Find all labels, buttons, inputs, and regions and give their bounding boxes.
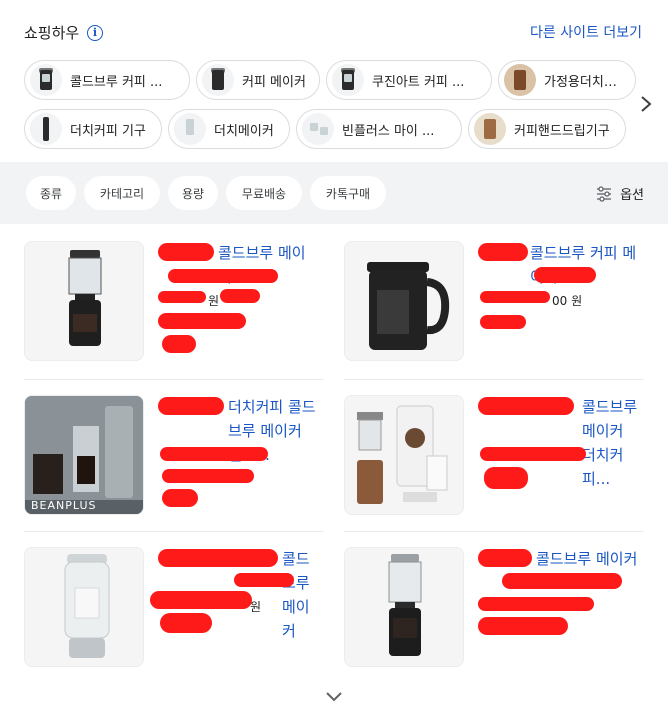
product-image[interactable]: BEANPLUS xyxy=(24,395,144,515)
product-card-3[interactable]: 콜드브루메이커 더치커피... xyxy=(344,395,644,515)
product-image[interactable] xyxy=(24,241,144,361)
chip-label: 커피핸드드립기구 xyxy=(514,123,610,139)
product-image[interactable] xyxy=(24,547,144,667)
chip-label: 쿠진아트 커피 ... xyxy=(372,74,465,90)
redaction-mark xyxy=(160,613,212,633)
chip-7[interactable]: 커피핸드드립기구 xyxy=(468,109,626,149)
product-price: 원 xyxy=(250,600,262,614)
more-sites-link[interactable]: 다른 사이트 더보기 xyxy=(530,22,642,42)
shopping-header: 쇼핑하우 i 다른 사이트 더보기 xyxy=(0,0,668,62)
chip-label: 빈플러스 마이 ... xyxy=(342,123,435,139)
chip-0[interactable]: 콜드브루 커피 ... xyxy=(24,60,190,100)
filter-chip-category[interactable]: 카테고리 xyxy=(84,176,160,210)
redaction-mark xyxy=(480,291,550,303)
sliders-icon xyxy=(597,185,612,202)
redaction-mark xyxy=(220,289,260,303)
product-thumbnail xyxy=(474,113,506,145)
redaction-mark xyxy=(162,489,198,507)
product-thumbnail xyxy=(30,64,62,96)
row-divider xyxy=(24,379,324,380)
section-title: 쇼핑하우 xyxy=(24,24,80,42)
filter-chip-free-shipping[interactable]: 무료배송 xyxy=(226,176,302,210)
redaction-mark xyxy=(168,269,278,283)
product-card-0[interactable]: 콜드브루 메이커 원 xyxy=(24,241,324,361)
chip-label: 더치커피 기구 xyxy=(70,123,146,139)
chip-label: 더치메이커 xyxy=(214,123,274,139)
redaction-mark xyxy=(162,469,254,483)
product-card-4[interactable]: 콜드브루메이커 원 xyxy=(24,547,324,667)
filter-bar: 종류 카테고리 용량 무료배송 카톡구매 옵션 xyxy=(0,162,668,224)
product-thumbnail xyxy=(202,64,234,96)
redaction-mark xyxy=(234,573,294,587)
product-card-5[interactable]: 콜드브루 메이커 xyxy=(344,547,644,667)
filter-chip-kakao-purchase[interactable]: 카톡구매 xyxy=(310,176,386,210)
product-card-2[interactable]: BEANPLUS 더치커피 콜드브루 메이커 핸드... xyxy=(24,395,324,515)
chip-label: 콜드브루 커피 ... xyxy=(70,74,163,90)
row-divider xyxy=(344,531,644,532)
product-price: 원 xyxy=(208,294,220,308)
redaction-mark xyxy=(150,591,252,609)
options-button[interactable]: 옵션 xyxy=(596,184,644,203)
product-thumbnail xyxy=(302,113,334,145)
product-image[interactable] xyxy=(344,547,464,667)
redaction-mark xyxy=(478,597,594,611)
redaction-mark xyxy=(158,313,246,329)
row-divider xyxy=(24,531,324,532)
product-price: 00 원 xyxy=(552,294,583,308)
row-divider xyxy=(344,379,644,380)
product-thumbnail xyxy=(174,113,206,145)
redaction-mark xyxy=(480,315,526,329)
chevron-down-icon[interactable] xyxy=(324,690,344,704)
product-image[interactable] xyxy=(344,395,464,515)
product-thumbnail xyxy=(504,64,536,96)
chip-5[interactable]: 더치메이커 xyxy=(168,109,290,149)
redaction-mark xyxy=(160,447,268,461)
product-card-1[interactable]: 콜드브루 커피 메이커 00 원 xyxy=(344,241,644,361)
redaction-mark xyxy=(480,447,586,461)
chip-3[interactable]: 가정용더치커피 xyxy=(498,60,636,100)
related-search-chips: 콜드브루 커피 ... 커피 메이커 쿠진아트 커피 ... 가정용더치커피 더… xyxy=(0,60,668,156)
product-title[interactable]: 콜드브루 메이커 xyxy=(478,547,638,571)
chip-label: 커피 메이커 xyxy=(242,74,306,90)
redaction-mark xyxy=(534,267,596,283)
chip-6[interactable]: 빈플러스 마이 ... xyxy=(296,109,462,149)
filter-chip-type[interactable]: 종류 xyxy=(26,176,76,210)
chip-2[interactable]: 쿠진아트 커피 ... xyxy=(326,60,492,100)
info-icon[interactable]: i xyxy=(87,25,103,41)
chevron-right-icon[interactable] xyxy=(638,94,654,114)
chip-label: 가정용더치커피 xyxy=(544,74,623,90)
options-label: 옵션 xyxy=(620,188,644,203)
product-image[interactable] xyxy=(344,241,464,361)
redaction-mark xyxy=(158,291,206,303)
filter-chip-capacity[interactable]: 용량 xyxy=(168,176,218,210)
chip-1[interactable]: 커피 메이커 xyxy=(196,60,320,100)
redaction-mark xyxy=(162,335,196,353)
redaction-mark xyxy=(478,617,568,635)
brand-logo: BEANPLUS xyxy=(31,499,97,512)
product-thumbnail xyxy=(30,113,62,145)
chip-4[interactable]: 더치커피 기구 xyxy=(24,109,162,149)
product-thumbnail xyxy=(332,64,364,96)
redaction-mark xyxy=(484,467,528,489)
redaction-mark xyxy=(502,573,622,589)
